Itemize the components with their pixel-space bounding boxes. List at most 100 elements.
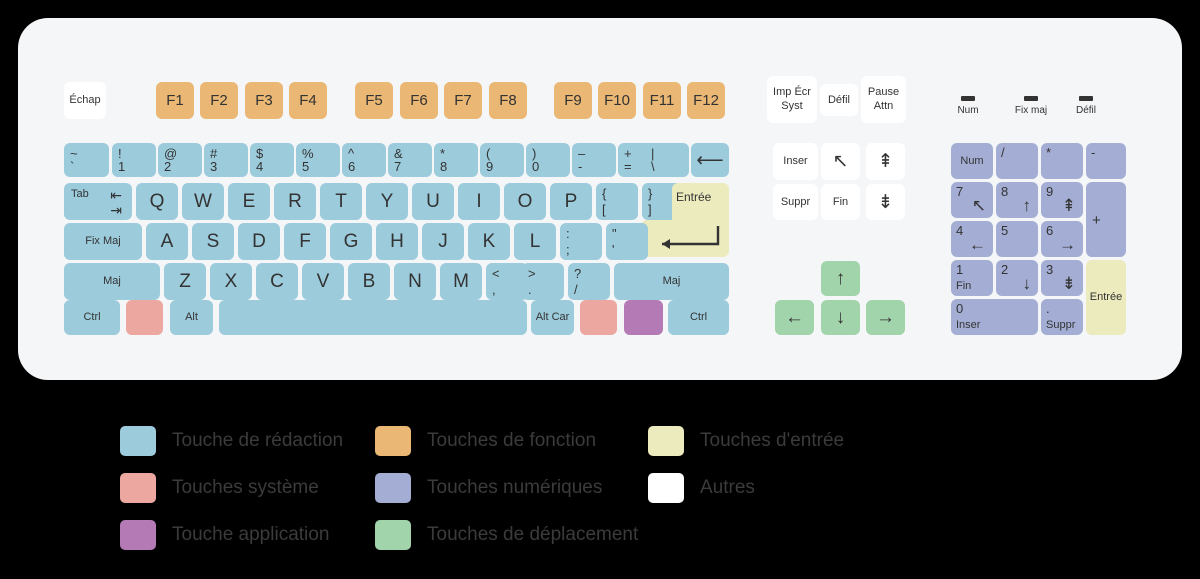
key-j[interactable]: J (422, 223, 464, 260)
key-bracket-left[interactable]: {[ (596, 183, 638, 220)
key-a[interactable]: A (146, 223, 188, 260)
key-f11[interactable]: F11 (643, 82, 681, 119)
key-shift-right[interactable]: Maj (614, 263, 729, 300)
key-f6[interactable]: F6 (400, 82, 438, 119)
key-f8[interactable]: F8 (489, 82, 527, 119)
key-backquote[interactable]: ~ ` (64, 143, 109, 177)
key-ctrl-right[interactable]: Ctrl (668, 300, 729, 335)
key-4[interactable]: $4 (250, 143, 294, 177)
key-f[interactable]: F (284, 223, 326, 260)
key-numpad-8[interactable]: 8 ↑ (996, 182, 1038, 218)
key-f5[interactable]: F5 (355, 82, 393, 119)
key-windows-left[interactable] (126, 300, 163, 335)
key-f1[interactable]: F1 (156, 82, 194, 119)
key-numpad-2[interactable]: 2 ↓ (996, 260, 1038, 296)
key-space[interactable] (219, 300, 527, 335)
key-5[interactable]: % 5 (296, 143, 340, 177)
key-print-screen[interactable]: Imp Écr Syst (767, 76, 817, 123)
key-shift-left[interactable]: Maj (64, 263, 160, 300)
key-7[interactable]: & 7 (388, 143, 432, 177)
key-q[interactable]: Q (136, 183, 178, 220)
key-f7[interactable]: F7 (444, 82, 482, 119)
key-quote[interactable]: " ' (606, 223, 648, 260)
key-8[interactable]: * 8 (434, 143, 478, 177)
key-scroll-lock[interactable]: Défil (820, 84, 858, 116)
key-g[interactable]: G (330, 223, 372, 260)
key-o[interactable]: O (504, 183, 546, 220)
key-f12[interactable]: F12 (687, 82, 725, 119)
key-l[interactable]: L (514, 223, 556, 260)
key-windows-right[interactable] (580, 300, 617, 335)
key-backspace[interactable]: ⟵ (691, 143, 729, 177)
key-arrow-up[interactable]: ↑ (821, 261, 860, 296)
key-f4[interactable]: F4 (289, 82, 327, 119)
key-numpad-9[interactable]: 9 ⇞ (1041, 182, 1083, 218)
key-6[interactable]: ^ 6 (342, 143, 386, 177)
key-f3[interactable]: F3 (245, 82, 283, 119)
key-application-menu[interactable] (624, 300, 663, 335)
key-s[interactable]: S (192, 223, 234, 260)
key-3[interactable]: #3 (204, 143, 248, 177)
key-c[interactable]: C (256, 263, 298, 300)
key-page-up[interactable]: ⇞ (866, 143, 905, 180)
key-tab[interactable]: Tab ⇤ ⇥ (64, 183, 132, 220)
key-e[interactable]: E (228, 183, 270, 220)
key-numpad-5[interactable]: 5 (996, 221, 1038, 257)
key-numpad-4[interactable]: 4 ← (951, 221, 993, 257)
key-0[interactable]: ) 0 (526, 143, 570, 177)
key-numpad-subtract[interactable]: - (1086, 143, 1126, 179)
key-d[interactable]: D (238, 223, 280, 260)
key-2[interactable]: @2 (158, 143, 202, 177)
key-v[interactable]: V (302, 263, 344, 300)
key-numpad-7[interactable]: 7 ↖ (951, 182, 993, 218)
key-insert[interactable]: Inser (773, 143, 818, 180)
key-y[interactable]: Y (366, 183, 408, 220)
key-arrow-right[interactable]: → (866, 300, 905, 335)
key-u[interactable]: U (412, 183, 454, 220)
key-numpad-enter[interactable]: Entrée (1086, 260, 1126, 335)
key-delete[interactable]: Suppr (773, 184, 818, 220)
key-i[interactable]: I (458, 183, 500, 220)
key-numpad-1[interactable]: 1 Fin (951, 260, 993, 296)
key-numlock[interactable]: Num (951, 143, 993, 179)
key-period[interactable]: >. (522, 263, 564, 300)
key-numpad-divide[interactable]: / (996, 143, 1038, 179)
key-minus[interactable]: – - (572, 143, 616, 177)
key-k[interactable]: K (468, 223, 510, 260)
key-numpad-3[interactable]: 3 ⇟ (1041, 260, 1083, 296)
key-numpad-6[interactable]: 6 → (1041, 221, 1083, 257)
key-b[interactable]: B (348, 263, 390, 300)
key-m[interactable]: M (440, 263, 482, 300)
key-t[interactable]: T (320, 183, 362, 220)
key-x[interactable]: X (210, 263, 252, 300)
key-z[interactable]: Z (164, 263, 206, 300)
key-p[interactable]: P (550, 183, 592, 220)
key-9[interactable]: (9 (480, 143, 524, 177)
key-end[interactable]: Fin (821, 184, 860, 220)
key-1[interactable]: ! 1 (112, 143, 156, 177)
key-arrow-left[interactable]: ← (775, 300, 814, 335)
key-f2[interactable]: F2 (200, 82, 238, 119)
key-r[interactable]: R (274, 183, 316, 220)
key-h[interactable]: H (376, 223, 418, 260)
key-n[interactable]: N (394, 263, 436, 300)
key-page-down[interactable]: ⇟ (866, 184, 905, 220)
key-semicolon[interactable]: :; (560, 223, 602, 260)
key-escape[interactable]: Échap (64, 82, 106, 119)
key-numpad-decimal[interactable]: . Suppr (1041, 299, 1083, 335)
key-f10[interactable]: F10 (598, 82, 636, 119)
key-numpad-add[interactable]: + (1086, 182, 1126, 257)
key-pipe[interactable]: | \ (645, 143, 689, 177)
key-f9[interactable]: F9 (554, 82, 592, 119)
key-home[interactable]: ↖ (821, 143, 860, 180)
key-slash[interactable]: ? / (568, 263, 610, 300)
key-ctrl-left[interactable]: Ctrl (64, 300, 120, 335)
key-pause[interactable]: Pause Attn (861, 76, 906, 123)
key-w[interactable]: W (182, 183, 224, 220)
key-alt-right[interactable]: Alt Car (531, 300, 574, 335)
key-numpad-0[interactable]: 0 Inser (951, 299, 1038, 335)
key-capslock[interactable]: Fix Maj (64, 223, 142, 260)
key-alt-left[interactable]: Alt (170, 300, 213, 335)
key-numpad-multiply[interactable]: * (1041, 143, 1083, 179)
key-arrow-down[interactable]: ↓ (821, 300, 860, 335)
